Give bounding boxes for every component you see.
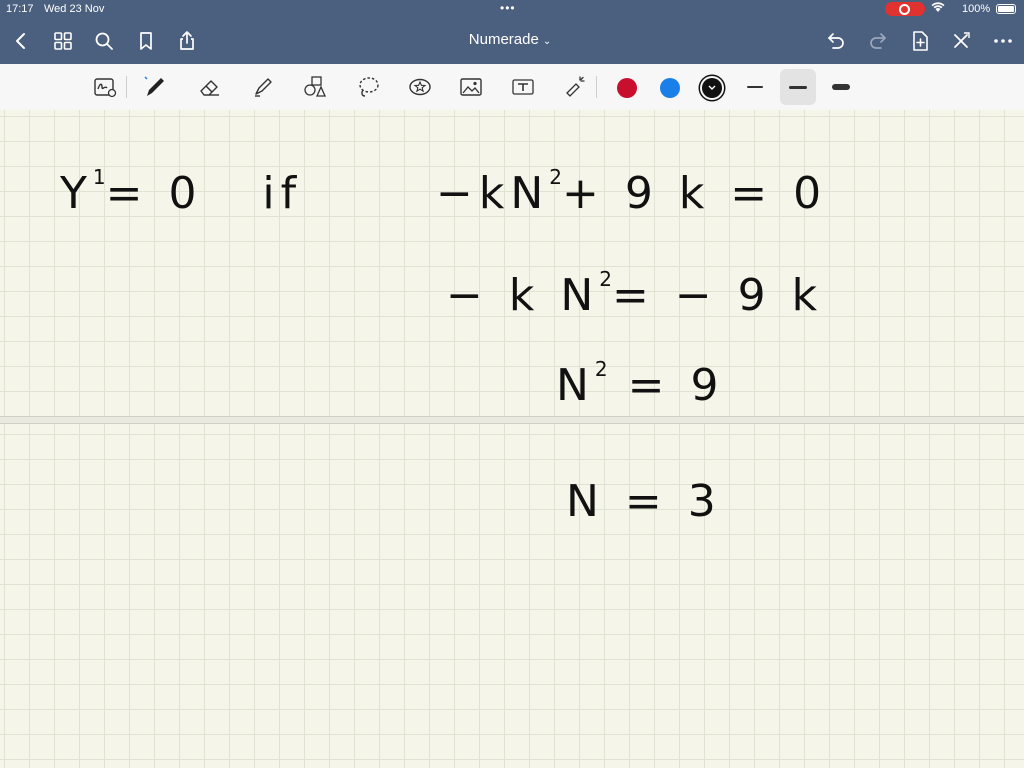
more-options-icon[interactable] <box>990 28 1016 54</box>
stroke-thin-icon <box>747 86 763 88</box>
stroke-medium-button[interactable] <box>780 69 816 105</box>
chevron-down-icon <box>708 85 716 90</box>
wifi-icon <box>931 0 945 18</box>
handwritten-line-3: N2 = 9 <box>556 357 725 411</box>
share-icon[interactable] <box>174 28 200 54</box>
document-title-text: Numerade <box>468 31 539 48</box>
ink-y: Y <box>60 168 93 219</box>
ink-minus-kn: −kN <box>436 168 550 219</box>
handwritten-line-1-equation: −kN2+ 9 k = 0 <box>436 165 828 219</box>
screen-recording-icon[interactable] <box>885 2 925 16</box>
shapes-tool-icon[interactable] <box>300 72 330 102</box>
ink-plus-9k: + 9 k = 0 <box>562 168 828 219</box>
ink-exponent: 2 <box>549 165 562 190</box>
document-title[interactable]: Numerade ⌄ <box>440 31 580 48</box>
ink-n: N <box>556 360 595 411</box>
pen-tool-icon[interactable] <box>140 72 170 102</box>
add-page-icon[interactable] <box>907 28 933 54</box>
drawing-toolbar <box>0 64 1024 111</box>
page-separator <box>0 416 1024 424</box>
chevron-down-icon: ⌄ <box>542 36 552 47</box>
stroke-thin-button[interactable] <box>737 69 773 105</box>
eraser-tool-icon[interactable] <box>195 72 225 102</box>
toolbar-divider <box>126 76 127 98</box>
bookmark-icon[interactable] <box>133 28 159 54</box>
handwritten-line-2: − k N2= − 9 k <box>446 267 824 321</box>
search-icon[interactable] <box>91 28 117 54</box>
image-tool-icon[interactable] <box>456 72 486 102</box>
note-page-1[interactable]: Y1= 0 if −kN2+ 9 k = 0 − k N2= − 9 k N2 … <box>0 110 1024 416</box>
status-date: Wed 23 Nov <box>44 3 105 15</box>
ink-equals-minus-9k: = − 9 k <box>611 270 824 321</box>
battery-icon <box>996 4 1016 14</box>
undo-icon[interactable] <box>823 28 849 54</box>
note-page-2[interactable]: N = 3 <box>0 424 1024 768</box>
redo-icon[interactable] <box>865 28 891 54</box>
battery-level: 100% <box>962 3 991 15</box>
laser-pointer-icon[interactable] <box>560 72 590 102</box>
ink-minus-kn: − k N <box>446 270 600 321</box>
multitasking-dots-icon[interactable]: ••• <box>500 0 516 17</box>
stroke-medium-icon <box>789 85 807 89</box>
ink-prime: 1 <box>92 165 106 190</box>
handwritten-line-4: N = 3 <box>566 476 722 527</box>
color-black-button[interactable] <box>702 78 722 98</box>
handwriting-tool-icon[interactable] <box>90 72 120 102</box>
back-chevron-icon[interactable] <box>8 28 34 54</box>
status-time: 17:17 <box>6 3 34 15</box>
ink-exponent: 2 <box>594 357 608 382</box>
grid-view-icon[interactable] <box>50 28 76 54</box>
sticker-tool-icon[interactable] <box>405 72 435 102</box>
ink-equals-if: = 0 if <box>105 168 303 219</box>
lasso-tool-icon[interactable] <box>353 72 383 102</box>
ink-equals-9: = 9 <box>607 360 725 411</box>
color-red-button[interactable] <box>617 78 637 98</box>
text-tool-icon[interactable] <box>508 72 538 102</box>
app-header: 17:17 Wed 23 Nov ••• 100% Numerade ⌄ <box>0 0 1024 64</box>
color-blue-button[interactable] <box>660 78 680 98</box>
stroke-thick-button[interactable] <box>823 69 859 105</box>
status-bar: 17:17 Wed 23 Nov ••• 100% <box>0 0 1024 18</box>
toolbar-divider <box>596 76 597 98</box>
ink-exponent: 2 <box>599 267 612 292</box>
handwritten-line-1: Y1= 0 if <box>60 165 303 219</box>
stroke-thick-icon <box>832 84 850 90</box>
close-tools-icon[interactable] <box>948 28 974 54</box>
highlighter-tool-icon[interactable] <box>248 72 278 102</box>
